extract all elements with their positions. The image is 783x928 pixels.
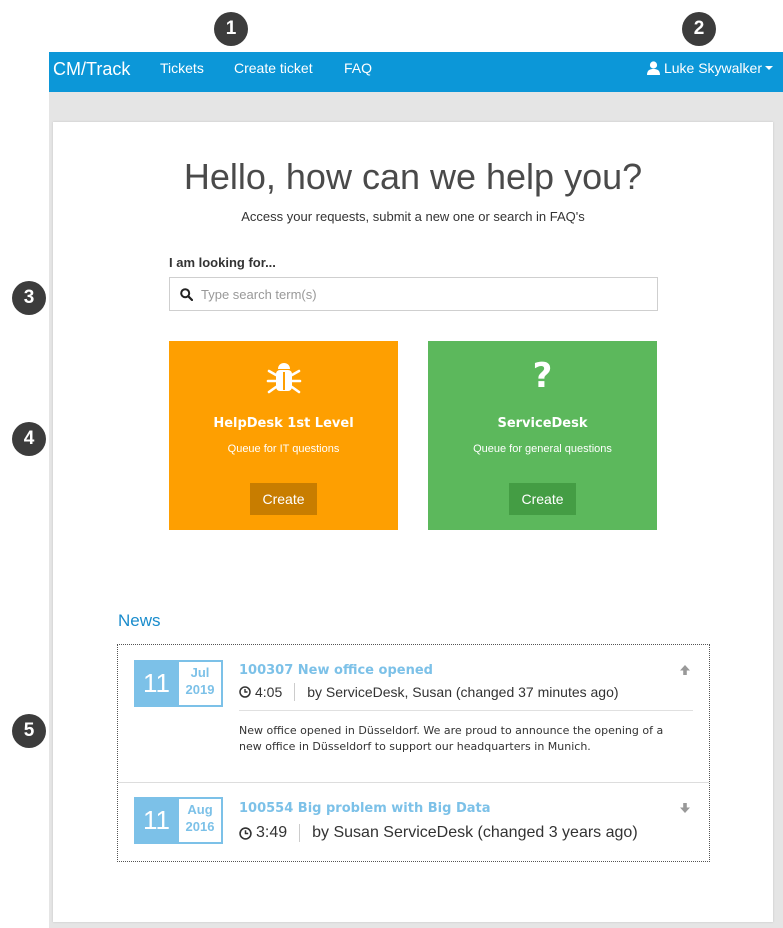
callout-marker-4: 4: [12, 422, 46, 456]
news-item-title-link[interactable]: 100307 New office opened: [239, 663, 433, 678]
user-name: Luke Skywalker: [663, 60, 762, 76]
arrow-up-glyph: [680, 665, 690, 675]
news-item-meta: 3:49 by Susan ServiceDesk (changed 3 yea…: [239, 824, 638, 842]
create-helpdesk-ticket-button[interactable]: Create: [250, 483, 317, 515]
news-item: 11 Aug 2016 100554 Big problem with Big …: [118, 783, 709, 861]
create-servicedesk-ticket-button[interactable]: Create: [509, 483, 576, 515]
tile-servicedesk: ? ServiceDesk Queue for general question…: [428, 341, 657, 530]
date-month-year: Aug 2016: [179, 799, 221, 842]
tile-helpdesk: HelpDesk 1st Level Queue for IT question…: [169, 341, 398, 530]
date-month: Aug: [187, 802, 213, 817]
search-box[interactable]: [169, 277, 658, 311]
news-item-meta: 4:05 by ServiceDesk, Susan (changed 37 m…: [239, 683, 619, 701]
tile-servicedesk-title: ServiceDesk: [497, 416, 588, 431]
date-day: 11: [143, 668, 170, 698]
nav-faq[interactable]: FAQ: [344, 60, 372, 76]
user-icon: [646, 61, 660, 75]
news-item-byline: by ServiceDesk, Susan (changed 37 minute…: [307, 684, 619, 700]
main-card: Hello, how can we help you? Access your …: [53, 122, 773, 922]
callout-marker-5: 5: [12, 714, 46, 748]
date-day: 11: [143, 805, 170, 835]
meta-separator: [299, 824, 301, 842]
date-badge: 11 Aug 2016: [134, 797, 223, 844]
news-list: 11 Jul 2019 100307 New office opened 4:0…: [117, 644, 710, 862]
news-item-body: New office opened in Düsseldorf. We are …: [239, 724, 664, 753]
user-menu[interactable]: Luke Skywalker: [646, 60, 773, 76]
news-item-time-value: 3:49: [256, 824, 288, 841]
callout-marker-2: 2: [682, 12, 716, 46]
clock-icon: [239, 826, 252, 840]
page-title: Hello, how can we help you?: [183, 156, 643, 197]
callout-marker-1: 1: [214, 12, 248, 46]
tile-helpdesk-description: Queue for IT questions: [227, 443, 340, 455]
nav-create-ticket[interactable]: Create ticket: [234, 60, 313, 76]
date-year: 2019: [185, 682, 215, 697]
search-icon: [180, 287, 193, 301]
top-navbar: CM/Track Tickets Create ticket FAQ Luke …: [49, 52, 783, 92]
arrow-down-glyph: [680, 803, 690, 813]
page: 1 2 3 4 5 CM/Track Tickets Create ticket…: [0, 0, 783, 928]
date-month-year: Jul 2019: [179, 662, 221, 705]
nav-tickets[interactable]: Tickets: [160, 60, 204, 76]
date-badge: 11 Jul 2019: [134, 660, 223, 707]
page-subtitle: Access your requests, submit a new one o…: [241, 209, 585, 224]
clock-icon: [239, 686, 251, 698]
search-label: I am looking for...: [169, 255, 276, 270]
callout-marker-3: 3: [12, 281, 46, 315]
arrow-up-icon[interactable]: [679, 663, 691, 681]
news-item-time: 3:49: [239, 824, 287, 842]
bug-icon: [266, 363, 301, 394]
meta-separator: [294, 683, 296, 701]
tile-servicedesk-description: Queue for general questions: [473, 443, 612, 455]
tile-helpdesk-title: HelpDesk 1st Level: [213, 416, 354, 431]
search-input[interactable]: [201, 286, 641, 302]
news-item-title-link[interactable]: 100554 Big problem with Big Data: [239, 801, 491, 816]
brand-logo[interactable]: CM/Track: [53, 59, 130, 80]
tile-servicedesk-icon-wrap: ?: [428, 359, 657, 393]
divider: [239, 710, 693, 711]
date-month: Jul: [190, 665, 210, 680]
news-item-time-value: 4:05: [255, 684, 283, 700]
chevron-down-icon: [765, 66, 773, 70]
news-item-time: 4:05: [239, 684, 282, 700]
app-window: CM/Track Tickets Create ticket FAQ Luke …: [49, 52, 783, 928]
news-item-byline: by Susan ServiceDesk (changed 3 years ag…: [312, 824, 638, 841]
date-year: 2016: [185, 819, 215, 834]
tile-helpdesk-icon-wrap: [169, 359, 398, 394]
arrow-down-icon[interactable]: [679, 801, 691, 819]
news-heading: News: [118, 611, 161, 630]
news-item: 11 Jul 2019 100307 New office opened 4:0…: [118, 645, 709, 783]
question-icon: ?: [532, 356, 553, 396]
